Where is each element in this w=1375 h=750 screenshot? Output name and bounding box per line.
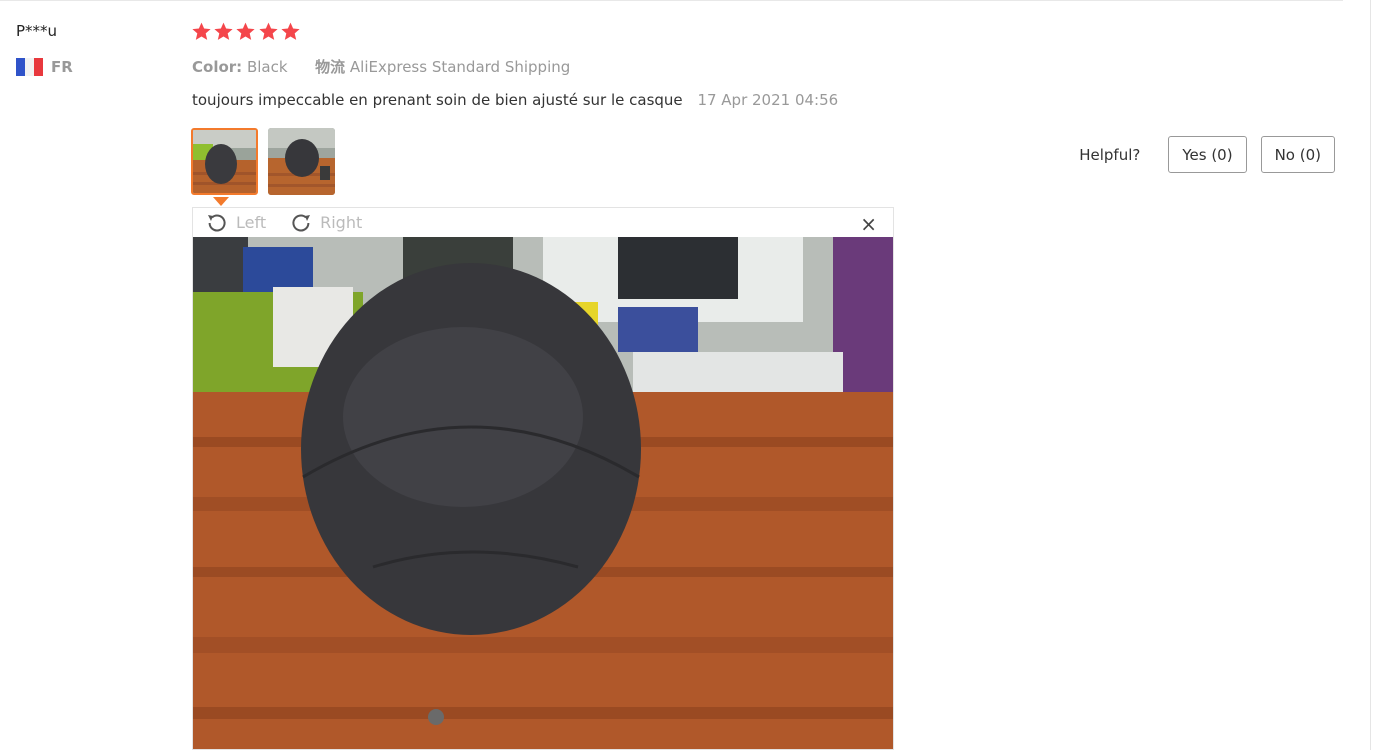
scroll-edge bbox=[1370, 0, 1371, 750]
review-photo bbox=[193, 237, 893, 749]
flag-stripe-red bbox=[34, 58, 43, 76]
flag-stripe-white bbox=[25, 58, 34, 76]
close-viewer-button[interactable]: × bbox=[860, 212, 877, 236]
review-content: toujours impeccable en prenant soin de b… bbox=[192, 91, 838, 109]
helpful-section: Helpful? Yes (0) No (0) bbox=[1079, 136, 1335, 173]
helpful-yes-button[interactable]: Yes (0) bbox=[1168, 136, 1247, 173]
star-icon bbox=[192, 22, 211, 40]
photo-viewer: Left Right × bbox=[192, 207, 894, 750]
rotate-right-label: Right bbox=[320, 213, 363, 232]
review-text: toujours impeccable en prenant soin de b… bbox=[192, 91, 683, 109]
helmet-thumbnail-image bbox=[268, 128, 335, 195]
review-meta: Color: Black 物流 AliExpress Standard Ship… bbox=[192, 56, 570, 77]
thumbnail-photo-1[interactable] bbox=[191, 128, 258, 195]
reviewer-name: P***u bbox=[16, 22, 58, 40]
country-code: FR bbox=[51, 58, 73, 76]
color-value: Black bbox=[246, 58, 288, 76]
review-item: P***u FR Color: Black 物流 AliExpress Stan… bbox=[0, 0, 1375, 750]
star-icon bbox=[281, 22, 300, 40]
logistics-label: 物流 bbox=[315, 58, 346, 76]
rotate-right-button[interactable]: Right bbox=[290, 212, 362, 234]
helpful-no-button[interactable]: No (0) bbox=[1260, 136, 1335, 173]
helpful-label: Helpful? bbox=[1079, 145, 1141, 164]
rotate-left-icon bbox=[208, 214, 226, 231]
rotate-left-label: Left bbox=[236, 213, 267, 232]
star-icon bbox=[236, 22, 255, 40]
selected-thumbnail-pointer bbox=[213, 197, 229, 206]
france-flag-icon bbox=[16, 58, 43, 76]
rotate-left-button[interactable]: Left bbox=[206, 212, 266, 234]
review-date: 17 Apr 2021 04:56 bbox=[697, 91, 839, 109]
star-icon bbox=[258, 22, 278, 40]
photo-viewer-toolbar: Left Right × bbox=[193, 208, 893, 237]
thumbnail-photo-2[interactable] bbox=[268, 128, 335, 195]
divider bbox=[0, 0, 1343, 1]
flag-stripe-blue bbox=[16, 58, 25, 76]
star-rating bbox=[191, 21, 302, 42]
star-icon bbox=[214, 22, 233, 40]
photo-thumbnails bbox=[191, 128, 345, 195]
helmet-thumbnail-image bbox=[193, 130, 256, 193]
logistics-value: AliExpress Standard Shipping bbox=[349, 58, 571, 76]
reviewer-country: FR bbox=[16, 58, 73, 76]
rotate-right-icon bbox=[292, 214, 311, 231]
color-label: Color: bbox=[192, 58, 243, 76]
